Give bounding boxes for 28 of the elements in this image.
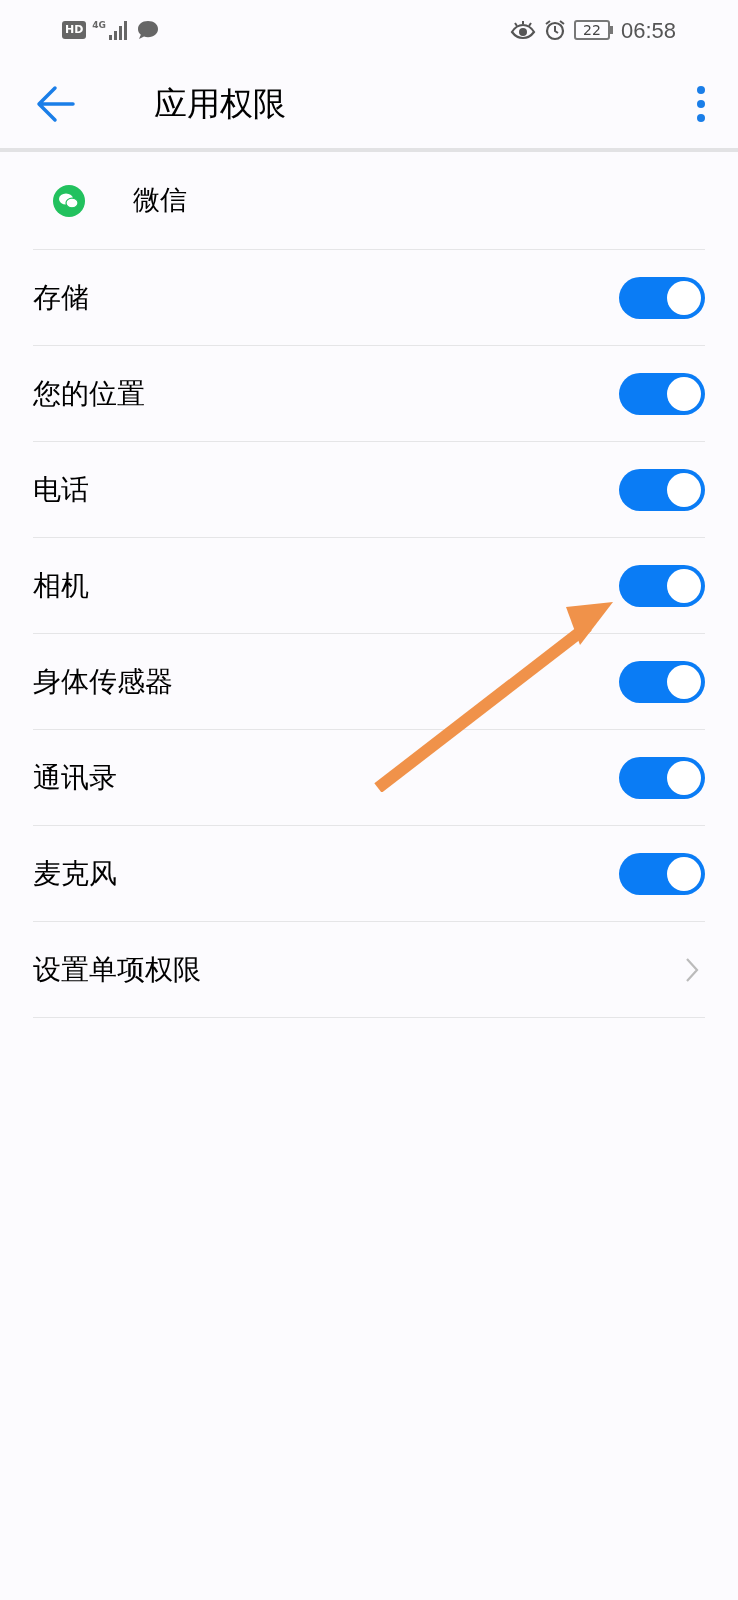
hd-badge: HD: [62, 21, 87, 39]
eye-icon: [509, 20, 536, 40]
message-icon: [136, 19, 160, 41]
permission-label: 您的位置: [33, 375, 145, 412]
signal-icon: [108, 20, 130, 40]
permission-label: 存储: [33, 279, 89, 316]
more-menu-icon[interactable]: [696, 85, 706, 123]
alarm-icon: [543, 19, 566, 41]
chat-app-icon: [53, 184, 85, 217]
battery-icon: 22: [573, 20, 613, 40]
permission-label: 电话: [33, 471, 89, 508]
permission-label: 身体传感器: [33, 663, 173, 700]
toggle-switch[interactable]: [619, 756, 705, 799]
permission-label: 麦克风: [33, 855, 117, 892]
network-label: 4G: [92, 21, 106, 30]
clock-time: 06:58: [620, 16, 676, 45]
app-name: 微信: [133, 183, 187, 218]
permission-label: 通讯录: [33, 759, 117, 796]
toggle-switch[interactable]: [619, 564, 705, 607]
toggle-switch[interactable]: [619, 468, 705, 511]
toggle-switch[interactable]: [619, 660, 705, 703]
page-title: 应用权限: [154, 83, 287, 126]
toggle-switch[interactable]: [619, 372, 705, 415]
toggle-switch[interactable]: [619, 852, 705, 895]
permission-label: 设置单项权限: [33, 951, 201, 988]
back-arrow-icon[interactable]: [36, 85, 76, 123]
toggle-switch[interactable]: [619, 276, 705, 319]
permission-label: 相机: [33, 567, 89, 604]
